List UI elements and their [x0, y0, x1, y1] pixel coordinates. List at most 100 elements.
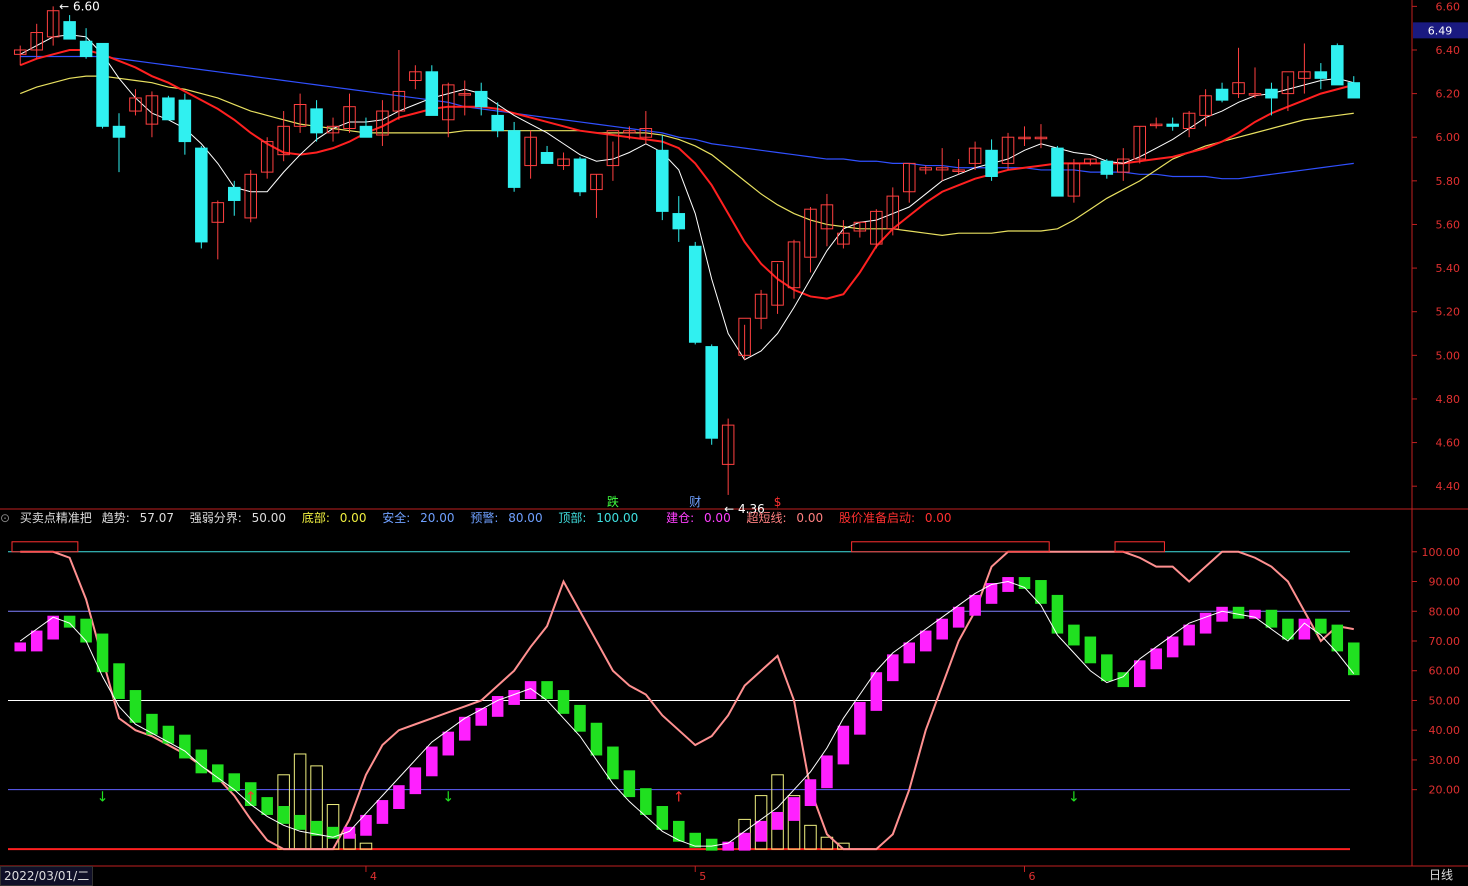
trend-block	[1101, 654, 1113, 682]
trend-block	[771, 811, 784, 830]
trend-block	[1117, 672, 1130, 688]
sell-arrow-icon: ↓	[442, 790, 454, 806]
trend-block	[129, 690, 142, 723]
trend-block	[640, 788, 652, 815]
last-price-label: 6.49	[1428, 24, 1453, 37]
trend-block	[228, 773, 241, 792]
trend-block	[261, 797, 273, 815]
candle-body	[491, 114, 504, 132]
candle-body	[162, 97, 175, 121]
trend-block	[277, 806, 290, 824]
high-label: ← 6.60	[59, 0, 100, 13]
trend-block	[689, 832, 701, 848]
trend-block	[30, 630, 43, 652]
candle-body	[507, 130, 521, 188]
candle-body	[1100, 160, 1114, 175]
trend-block	[1331, 624, 1344, 652]
collapse-icon[interactable]: ⊙	[0, 511, 10, 525]
candle-body	[425, 71, 439, 116]
top-readout: 顶部: 100.00	[558, 511, 639, 525]
trend-block	[47, 615, 59, 640]
short-readout: 超短线: 0.00	[746, 511, 824, 525]
trend-block	[541, 681, 553, 699]
date-tick-label: 4	[370, 870, 377, 883]
candle-body	[1331, 45, 1344, 86]
trend-block	[821, 755, 833, 789]
trend-block	[1166, 636, 1179, 658]
trend-block	[1348, 642, 1360, 676]
event-marker: $	[774, 495, 782, 509]
buy-arrow-icon: ↑	[245, 790, 257, 806]
price-tick-label: 5.20	[1436, 306, 1461, 319]
trend-block	[755, 820, 767, 842]
trend-block	[738, 832, 751, 851]
trend-block	[80, 618, 92, 643]
safe-readout: 安全: 20.00	[382, 511, 455, 525]
trend-block	[442, 731, 455, 756]
trend-block	[607, 746, 619, 780]
trend-block	[870, 672, 883, 711]
trend-block	[837, 725, 850, 765]
indicator-tick-label: 70.00	[1429, 635, 1461, 648]
trend-block	[903, 642, 916, 664]
trend-block	[952, 606, 965, 628]
trend-block	[705, 838, 718, 851]
candle-body	[359, 125, 373, 138]
event-marker: 跌	[607, 494, 619, 509]
start-date-label: 2022/03/01/二	[0, 866, 94, 886]
trend-block	[393, 785, 405, 809]
candle-body	[656, 149, 669, 212]
trend-block	[804, 779, 817, 807]
price-tick-label: 6.00	[1436, 131, 1461, 144]
candle-body	[1051, 147, 1064, 197]
indicator-tick-label: 20.00	[1429, 784, 1461, 797]
trend-block	[14, 642, 26, 652]
stock-chart[interactable]: 6.60 6.40 6.20 6.00 5.80 5.60 5.40 5.20 5.00 4.80…	[0, 0, 1468, 886]
trend-block	[936, 618, 948, 640]
trend-block	[887, 654, 899, 682]
trend-block	[969, 594, 981, 616]
trend-block	[656, 806, 669, 830]
candle-body	[688, 245, 702, 343]
candle-body	[985, 149, 998, 177]
trend-block	[1265, 609, 1278, 628]
price-tick-label: 6.20	[1436, 88, 1461, 101]
candle-body	[540, 151, 554, 164]
trend-block	[1315, 618, 1327, 634]
candle-body	[1215, 88, 1229, 101]
indicator-tick-label: 60.00	[1429, 665, 1461, 678]
sell-arrow-icon: ↓	[1068, 790, 1080, 806]
price-tick-label: 4.60	[1436, 437, 1461, 450]
warn-readout: 预警: 80.00	[470, 511, 543, 525]
ma5-line	[19, 34, 1354, 361]
price-tick-label: 4.80	[1436, 393, 1461, 406]
trend-block	[788, 797, 800, 821]
candle-body	[1265, 88, 1278, 99]
trend-block	[1068, 624, 1080, 646]
trend-block	[919, 630, 932, 652]
buy-arrow-icon: ↑	[673, 790, 685, 806]
date-tick-label: 6	[1029, 870, 1036, 883]
indicator-name[interactable]: 买卖点精准把	[20, 511, 92, 525]
build-readout: 建仓: 0.00	[666, 511, 731, 525]
indicator-header: ⊙ 买卖点精准把 趋势: 57.07 强弱分界: 50.00 底部: 0.00 …	[0, 509, 1412, 527]
indicator-tick-label: 80.00	[1429, 605, 1461, 618]
period-label[interactable]: 日线	[1414, 866, 1468, 884]
trend-block	[376, 800, 389, 824]
candle-body	[474, 90, 488, 108]
price-tick-label: 4.40	[1436, 480, 1461, 493]
trend-readout: 趋势: 57.07	[101, 511, 174, 525]
trend-block	[475, 707, 487, 726]
candle-body	[79, 40, 93, 58]
trend-block	[426, 746, 438, 777]
candle-body	[1314, 71, 1328, 79]
trend-block	[1133, 660, 1146, 688]
top-zone-box	[11, 541, 79, 553]
candle-body	[63, 21, 76, 40]
event-marker: 财	[689, 495, 701, 509]
trend-block	[623, 770, 636, 798]
price-tick-label: 6.40	[1436, 44, 1461, 57]
indicator-tick-label: 30.00	[1429, 754, 1461, 767]
bottom-bar	[804, 824, 817, 850]
indicator-tick-label: 50.00	[1429, 694, 1461, 707]
